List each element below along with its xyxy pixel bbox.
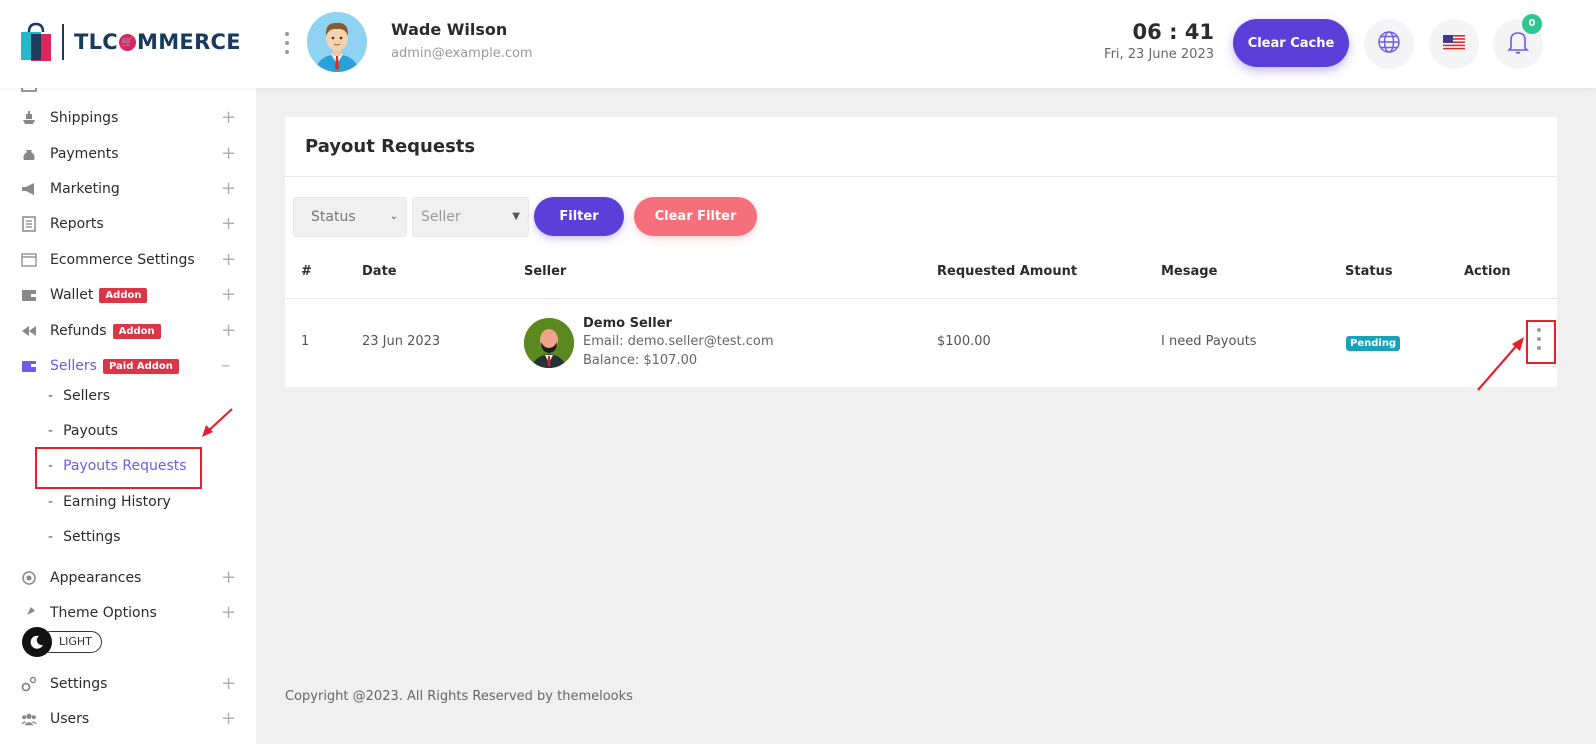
column-header-status: Status [1345,264,1393,279]
sidebar-item-settings[interactable]: Settings + [0,669,256,699]
notification-count-badge: 0 [1522,14,1542,34]
annotation-arrow-sidebar-icon [202,408,233,437]
filter-button[interactable]: Filter [534,197,624,236]
status-badge: Pending [1346,336,1401,351]
expand-plus-icon[interactable]: + [221,604,236,622]
sidebar-item-theme-options[interactable]: Theme Options + [0,598,256,628]
sidebar-item-sellers[interactable]: Sellers Paid Addon – [0,351,256,381]
sidebar-item-marketing[interactable]: Marketing + [0,174,256,204]
row-index: 1 [301,334,310,349]
expand-plus-icon[interactable]: + [221,215,236,233]
expand-plus-icon[interactable]: + [221,180,236,198]
window-icon [21,252,37,268]
status-select[interactable]: Status ⌄ [293,197,407,237]
paint-icon [21,605,37,621]
user-email: admin@example.com [391,46,533,61]
customers-icon [21,88,37,92]
page-title: Payout Requests [305,136,476,157]
bell-icon [1506,29,1530,59]
payout-requests-card: Payout Requests Status ⌄ Seller ▼ Filter… [285,117,1557,387]
sidebar-item-payments[interactable]: Payments + [0,139,256,169]
brand-logo[interactable]: TLC 🛒 MMERCE [20,22,241,62]
row-requested-amount: $100.00 [937,334,991,349]
language-globe-button[interactable] [1364,19,1414,69]
wallet-icon [21,287,37,303]
paid-addon-badge: Paid Addon [102,358,179,374]
column-header-index: # [301,264,312,279]
currency-flag-button[interactable] [1429,19,1479,69]
report-icon [21,216,37,232]
column-header-action: Action [1464,264,1511,279]
sidebar-item-appearances[interactable]: Appearances + [0,563,256,593]
sidebar-subitem-earning-history[interactable]: - Earning History [48,494,171,510]
addon-badge: Addon [99,287,148,303]
seller-select[interactable]: Seller ▼ [412,197,529,237]
clear-cache-button[interactable]: Clear Cache [1233,19,1349,67]
annotation-highlight-box-action [1526,320,1556,364]
moon-icon [22,627,52,657]
sidebar-item-users[interactable]: Users + [0,704,256,734]
caret-down-icon: ▼ [512,211,520,222]
clock-date: Fri, 23 June 2023 [1104,47,1214,62]
ship-icon [21,110,37,126]
expand-plus-icon[interactable]: + [221,322,236,340]
expand-plus-icon[interactable]: + [221,145,236,163]
sidebar-item-refunds[interactable]: Refunds Addon + [0,316,256,346]
sidebar-subitem-sellers[interactable]: - Sellers [48,388,110,404]
expand-plus-icon[interactable]: + [221,569,236,587]
sidebar-subitem-payouts[interactable]: - Payouts [48,423,118,439]
expand-plus-icon[interactable]: + [221,251,236,269]
clock-time: 06 : 41 [1132,20,1214,44]
sidebar-toggle-kebab-icon[interactable] [284,32,290,54]
expand-plus-icon[interactable]: + [221,710,236,728]
collapse-minus-icon[interactable]: – [221,357,230,375]
money-bag-icon [21,146,37,162]
shopping-bag-logo-icon [20,22,52,62]
chevron-down-icon: ⌄ [389,211,398,222]
column-header-message: Mesage [1161,264,1218,279]
logo-wordmark: TLC 🛒 MMERCE [74,30,241,54]
sidebar-item-ecommerce-settings[interactable]: Ecommerce Settings + [0,245,256,275]
rewind-icon [21,323,37,339]
us-flag-icon [1443,34,1465,54]
expand-plus-icon[interactable]: + [221,109,236,127]
addon-badge: Addon [112,323,161,339]
globe-icon [1377,30,1401,58]
row-date: 23 Jun 2023 [362,334,441,349]
gears-icon [21,676,37,692]
annotation-arrow-action-icon [1477,337,1524,391]
sidebar-item-wallet[interactable]: Wallet Addon + [0,280,256,310]
sidebar-subitem-settings[interactable]: - Settings [48,529,120,545]
expand-plus-icon[interactable]: + [221,286,236,304]
seller-email: Email: demo.seller@test.com [583,334,774,349]
logo-divider [62,24,64,60]
top-header: TLC 🛒 MMERCE Wade Wilson admin@example.com… [0,0,1596,88]
seller-avatar [524,318,574,368]
column-header-requested-amount: Requested Amount [937,264,1078,279]
seller-balance: Balance: $107.00 [583,353,698,368]
sidebar-item-shippings[interactable]: Shippings + [0,103,256,133]
user-name: Wade Wilson [391,20,508,39]
megaphone-icon [21,181,37,197]
column-header-seller: Seller [524,264,567,279]
theme-toggle[interactable]: LIGHT [22,627,102,657]
clear-filter-button[interactable]: Clear Filter [634,197,757,236]
table-header-divider [285,298,1557,299]
expand-plus-icon[interactable]: + [221,675,236,693]
avatar[interactable] [307,12,367,72]
users-icon [21,711,37,727]
card-divider [285,176,1557,177]
column-header-date: Date [362,264,397,279]
appearance-icon [21,570,37,586]
seller-name: Demo Seller [583,316,672,331]
annotation-highlight-box-sidebar [35,447,202,489]
sidebar-item-reports[interactable]: Reports + [0,209,256,239]
row-message: I need Payouts [1161,334,1257,349]
seller-icon [21,358,37,374]
cart-logo-icon: 🛒 [119,33,137,51]
footer-copyright: Copyright @2023. All Rights Reserved by … [285,689,633,704]
